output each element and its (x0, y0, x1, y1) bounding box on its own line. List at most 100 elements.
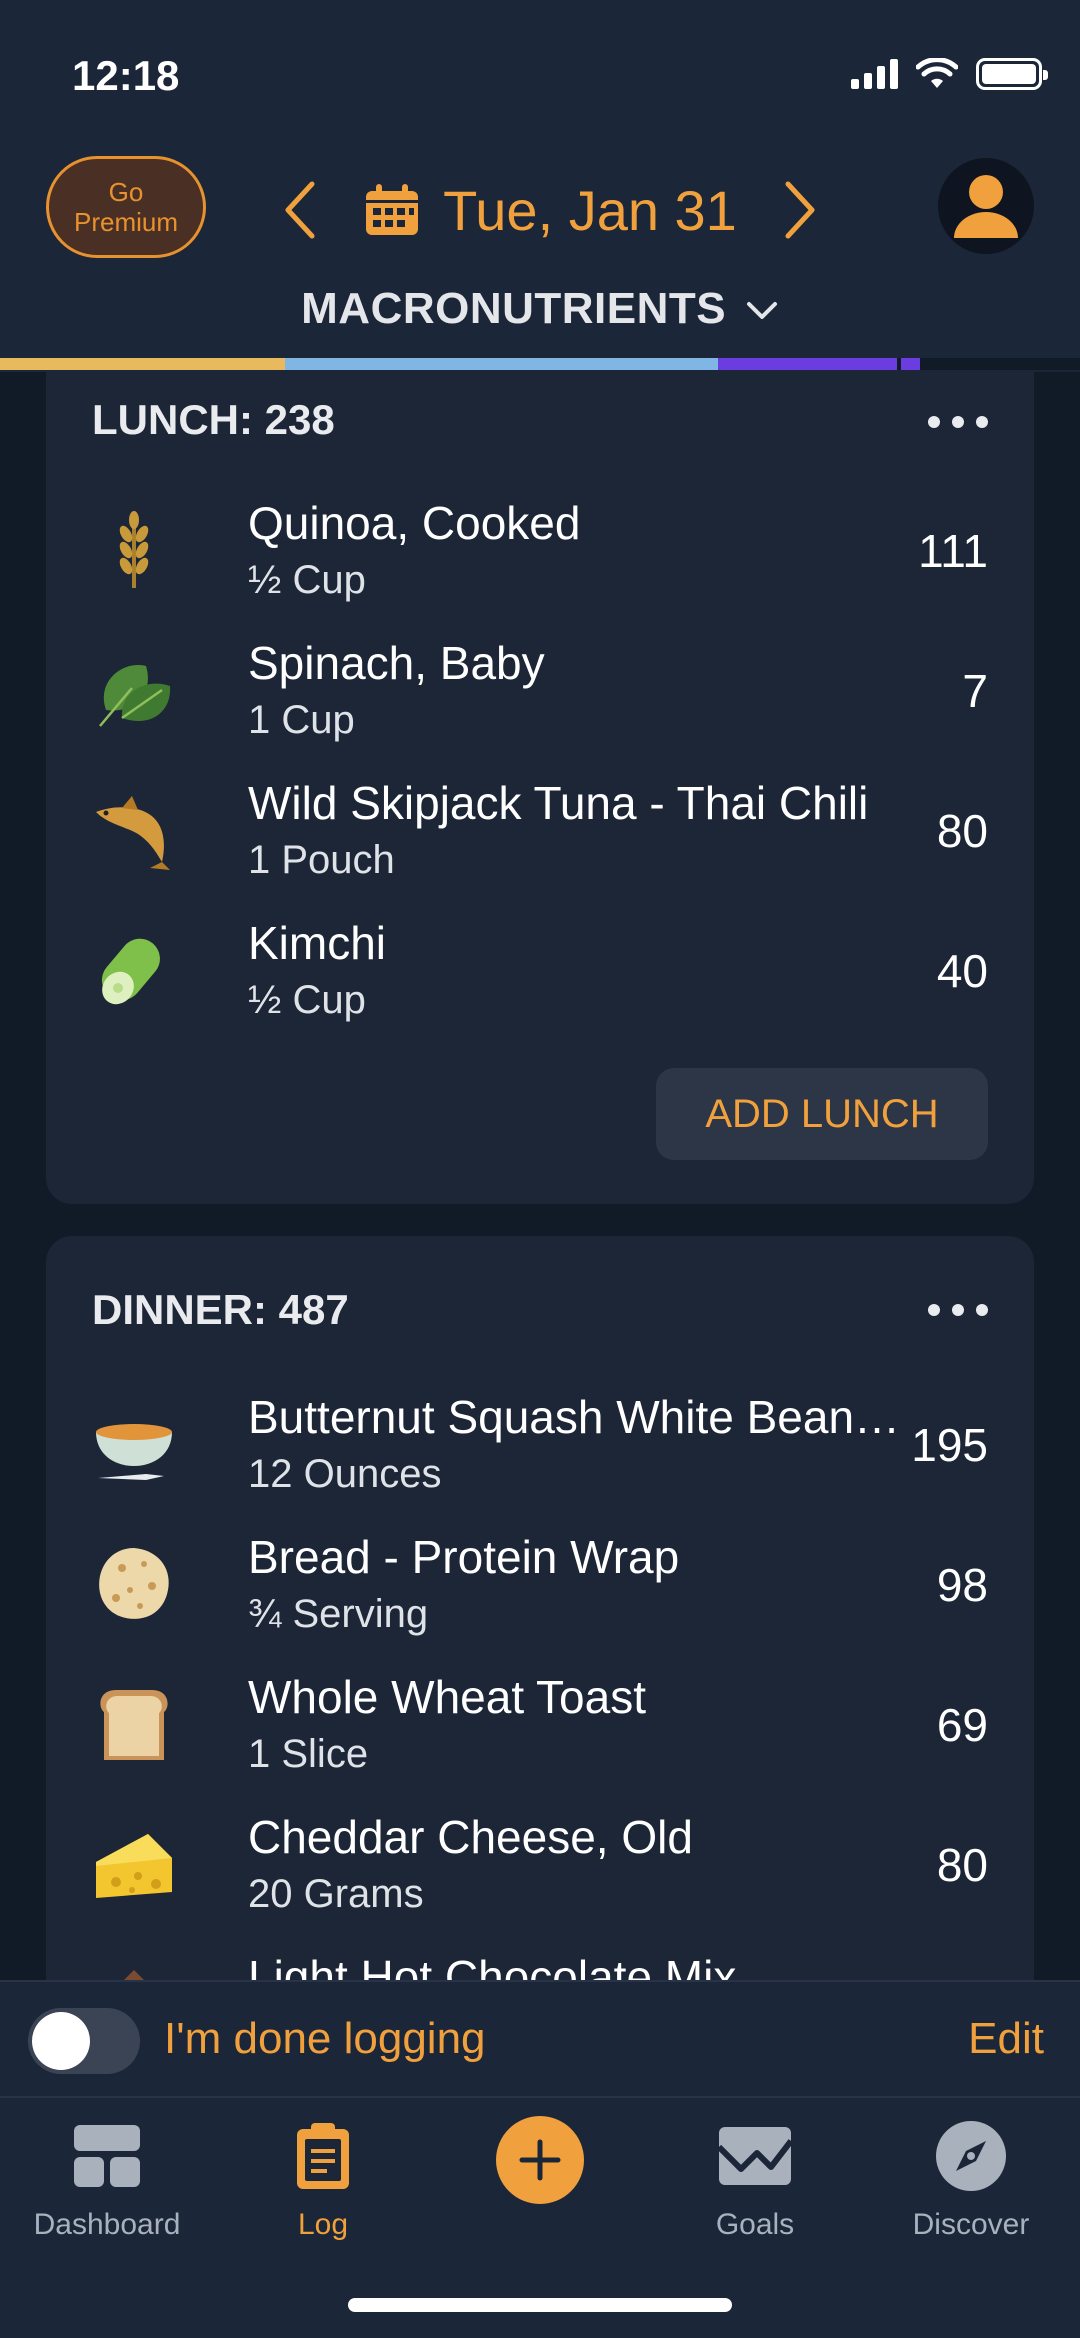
edit-button[interactable]: Edit (968, 2014, 1044, 2064)
more-dot-icon (928, 1304, 940, 1316)
status-time: 12:18 (72, 52, 180, 99)
food-serving: 1 Slice (248, 1732, 369, 1776)
food-name: Quinoa, Cooked (248, 497, 581, 549)
tab-label: Discover (912, 2208, 1030, 2241)
toast-icon (100, 1690, 168, 1760)
food-name: Bread - Protein Wrap (248, 1531, 680, 1583)
food-name: Butternut Squash White Bean… (248, 1391, 901, 1443)
tab-goals[interactable]: Goals (655, 2118, 855, 2258)
food-serving: ½ Cup (248, 558, 366, 602)
status-icons (851, 58, 1048, 90)
food-name: Cheddar Cheese, Old (248, 1811, 693, 1863)
food-name: Kimchi (248, 917, 387, 969)
cellular-signal-icon (851, 59, 898, 89)
chevron-right-icon (785, 181, 815, 239)
food-item-row[interactable]: Wild Skipjack Tuna - Thai Chili 1 Pouch … (92, 766, 1034, 906)
dinner-title: DINNER: 487 (92, 1286, 349, 1333)
goals-icon (717, 2127, 793, 2185)
profile-avatar-button[interactable] (938, 158, 1034, 254)
tab-label: Dashboard (33, 2208, 181, 2241)
soup-bowl-icon (96, 1424, 172, 1480)
lunch-more-button[interactable] (928, 402, 988, 442)
protein-extra-segment (901, 358, 920, 370)
calendar-icon (366, 184, 419, 235)
more-dot-icon (928, 416, 940, 428)
lunch-card: LUNCH: 238 Quinoa, Cooked ½ Cup 111 Spin… (46, 340, 1034, 1204)
date-picker-button[interactable]: Tue, Jan 31 (330, 178, 770, 243)
food-calories: 7 (962, 665, 988, 717)
tab-dashboard[interactable]: Dashboard (7, 2118, 207, 2258)
tab-log[interactable]: Log (223, 2118, 423, 2258)
tab-discover[interactable]: Discover (871, 2118, 1071, 2258)
toggle-knob (32, 2012, 90, 2070)
food-serving: ½ Cup (248, 978, 366, 1022)
macro-progress-bar (0, 358, 1080, 370)
app-header: 12:18 Go Premium Tue, Jan 31 MACRONUTRIE… (0, 0, 1080, 372)
dinner-card: DINNER: 487 Butternut Squash White Bean…… (46, 1236, 1034, 2038)
premium-line-2: Premium (73, 207, 178, 237)
food-calories: 80 (936, 1839, 988, 1891)
macronutrients-label: MACRONUTRIENTS (301, 284, 727, 333)
food-calories: 40 (936, 945, 988, 997)
flatbread-icon (99, 1548, 169, 1619)
compass-icon (936, 2121, 1006, 2191)
more-dot-icon (952, 416, 964, 428)
food-calories: 69 (936, 1699, 988, 1751)
dashboard-icon (74, 2125, 140, 2187)
add-lunch-button[interactable]: ADD LUNCH (656, 1068, 988, 1160)
fat-segment (285, 358, 718, 370)
user-icon (954, 175, 1018, 238)
clipboard-icon (297, 2123, 349, 2189)
wheat-icon (119, 511, 149, 588)
food-item-row[interactable]: Butternut Squash White Bean… 12 Ounces 1… (92, 1380, 1034, 1520)
food-serving: 12 Ounces (248, 1452, 442, 1496)
food-serving: ¾ Serving (248, 1592, 429, 1636)
chevron-down-icon (746, 302, 777, 320)
food-item-row[interactable]: Bread - Protein Wrap ¾ Serving 98 (92, 1520, 1034, 1660)
more-dot-icon (976, 416, 988, 428)
tab-label: Log (297, 2208, 349, 2241)
protein-segment (718, 358, 897, 370)
home-indicator[interactable] (348, 2298, 732, 2312)
food-item-row[interactable]: Quinoa, Cooked ½ Cup 111 (92, 486, 1034, 626)
premium-line-1: Go (108, 177, 144, 207)
add-food-button[interactable] (496, 2116, 584, 2204)
current-date: Tue, Jan 31 (443, 178, 737, 242)
more-dot-icon (976, 1304, 988, 1316)
food-calories: 195 (911, 1419, 988, 1471)
tab-label: Goals (715, 2208, 795, 2241)
food-item-row[interactable]: Whole Wheat Toast 1 Slice 69 (92, 1660, 1034, 1800)
spinach-icon (99, 665, 171, 727)
plus-icon (519, 2139, 561, 2181)
food-name: Wild Skipjack Tuna - Thai Chili (248, 777, 869, 829)
food-calories: 111 (918, 525, 988, 577)
previous-day-button[interactable] (270, 170, 330, 250)
cucumber-icon (101, 938, 160, 1005)
go-premium-button[interactable]: Go Premium (46, 156, 206, 258)
food-name: Spinach, Baby (248, 637, 545, 689)
food-name: Whole Wheat Toast (248, 1671, 647, 1723)
dinner-more-button[interactable] (928, 1290, 988, 1330)
carbs-segment (0, 358, 285, 370)
fish-icon (96, 796, 170, 870)
cheese-icon (96, 1834, 172, 1898)
food-serving: 1 Pouch (248, 838, 395, 882)
food-calories: 80 (936, 805, 988, 857)
macronutrients-dropdown[interactable]: MACRONUTRIENTS (0, 284, 1080, 334)
food-serving: 1 Cup (248, 698, 355, 742)
food-serving: 20 Grams (248, 1872, 424, 1916)
food-item-row[interactable]: Cheddar Cheese, Old 20 Grams 80 (92, 1800, 1034, 1940)
chevron-left-icon (285, 181, 315, 239)
lunch-title: LUNCH: 238 (92, 396, 335, 443)
more-dot-icon (952, 1304, 964, 1316)
done-logging-label: I'm done logging (164, 2014, 486, 2063)
done-logging-bar: I'm done logging Edit (0, 1980, 1080, 2098)
done-logging-toggle[interactable] (28, 2008, 140, 2074)
next-day-button[interactable] (770, 170, 830, 250)
food-item-row[interactable]: Kimchi ½ Cup 40 (92, 906, 1034, 1046)
date-navigator: Tue, Jan 31 (270, 170, 830, 250)
battery-icon (976, 58, 1048, 90)
screen: 12:18 Go Premium Tue, Jan 31 MACRONUTRIE… (0, 0, 1080, 2338)
food-item-row[interactable]: Spinach, Baby 1 Cup 7 (92, 626, 1034, 766)
wifi-icon (916, 58, 958, 88)
